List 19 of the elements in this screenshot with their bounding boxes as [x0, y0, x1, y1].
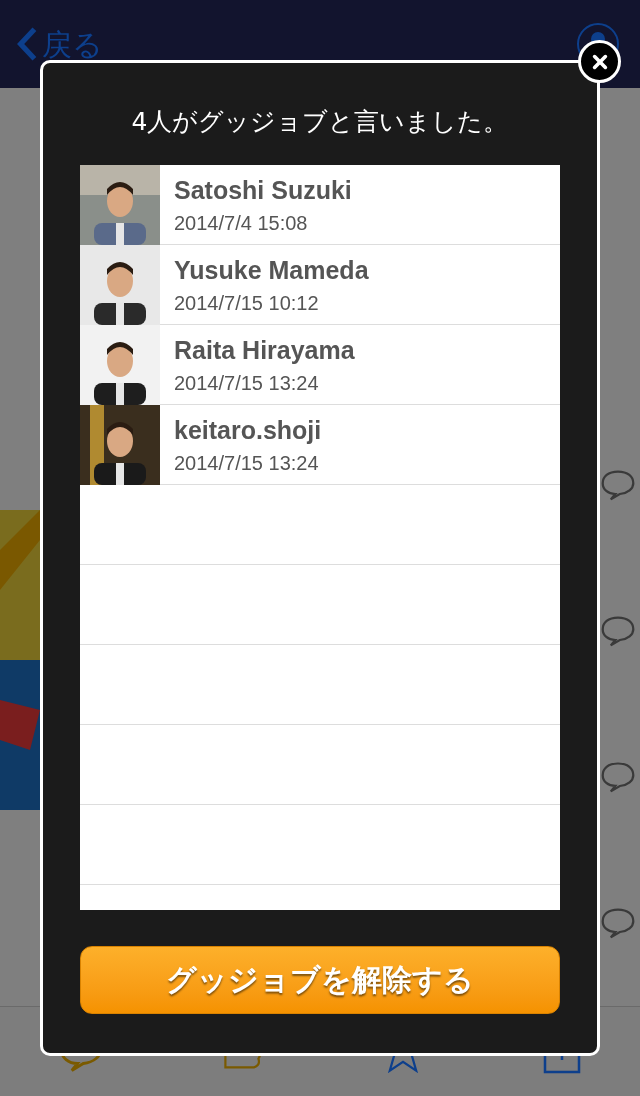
user-row[interactable]: keitaro.shoji 2014/7/15 13:24 — [80, 404, 560, 485]
close-icon — [590, 52, 609, 71]
chevron-left-icon — [16, 26, 38, 62]
user-name: keitaro.shoji — [174, 414, 322, 445]
like-time: 2014/7/15 10:12 — [174, 290, 320, 315]
speech-bubble-icon[interactable] — [600, 614, 636, 648]
user-row[interactable]: Raita Hirayama 2014/7/15 13:24 — [80, 324, 560, 405]
like-time: 2014/7/15 13:24 — [174, 450, 320, 475]
like-time: 2014/7/4 15:08 — [174, 210, 309, 235]
user-name: Yusuke Mameda — [174, 254, 369, 285]
user-row[interactable]: Satoshi Suzuki 2014/7/4 15:08 — [80, 164, 560, 245]
user-name: Raita Hirayama — [174, 334, 355, 365]
dialog-title: 4人がグッジョブと言いました。 — [131, 106, 509, 138]
speech-bubble-icon[interactable] — [600, 468, 636, 502]
speech-bubble-icon[interactable] — [600, 760, 636, 794]
like-time: 2014/7/15 13:24 — [174, 370, 320, 395]
speech-bubble-icon[interactable] — [600, 906, 636, 940]
user-row[interactable]: Yusuke Mameda 2014/7/15 10:12 — [80, 244, 560, 325]
user-name: Satoshi Suzuki — [174, 174, 352, 205]
